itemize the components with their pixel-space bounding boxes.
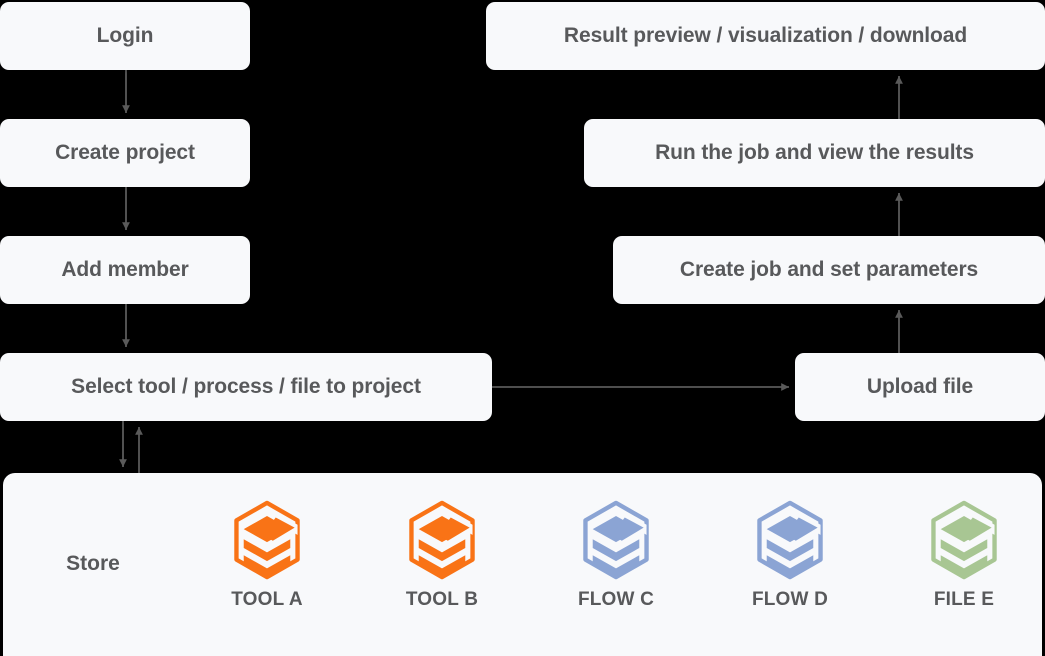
node-create-job-label: Create job and set parameters <box>679 258 979 281</box>
store-item-label: FLOW D <box>751 589 829 610</box>
node-login-label: Login <box>96 24 154 47</box>
hexagon-stack-icon <box>404 500 480 580</box>
diagram-canvas: Login Create project Add member Select t… <box>0 0 1045 656</box>
store-item[interactable]: FLOW D <box>735 500 845 611</box>
node-select-tool-label: Select tool / process / file to project <box>71 375 421 398</box>
store-item[interactable]: FLOW C <box>561 500 671 611</box>
store-panel <box>3 473 1042 656</box>
hexagon-stack-icon <box>578 500 654 580</box>
node-add-member[interactable]: Add member <box>0 236 250 304</box>
store-item[interactable]: TOOL A <box>212 500 322 611</box>
node-create-project-label: Create project <box>55 141 195 164</box>
node-select-tool[interactable]: Select tool / process / file to project <box>0 353 492 421</box>
store-item[interactable]: FILE E <box>909 500 1019 611</box>
hexagon-stack-icon <box>926 500 1002 580</box>
node-create-job[interactable]: Create job and set parameters <box>613 236 1045 304</box>
store-item-label: TOOL A <box>231 589 303 610</box>
node-run-job[interactable]: Run the job and view the results <box>584 119 1045 187</box>
store-item-label: FILE E <box>933 589 995 610</box>
hexagon-stack-icon <box>752 500 828 580</box>
node-add-member-label: Add member <box>61 258 189 281</box>
node-result-preview-label: Result preview / visualization / downloa… <box>563 24 968 47</box>
store-item-label: TOOL B <box>405 589 479 610</box>
store-item-label: FLOW C <box>577 589 655 610</box>
hexagon-stack-icon <box>229 500 305 580</box>
node-upload-file-label: Upload file <box>866 375 974 398</box>
node-upload-file[interactable]: Upload file <box>795 353 1045 421</box>
node-login[interactable]: Login <box>0 2 250 70</box>
node-result-preview[interactable]: Result preview / visualization / downloa… <box>486 2 1045 70</box>
node-create-project[interactable]: Create project <box>0 119 250 187</box>
store-item[interactable]: TOOL B <box>387 500 497 611</box>
store-label: Store <box>66 552 120 575</box>
node-run-job-label: Run the job and view the results <box>655 141 974 164</box>
